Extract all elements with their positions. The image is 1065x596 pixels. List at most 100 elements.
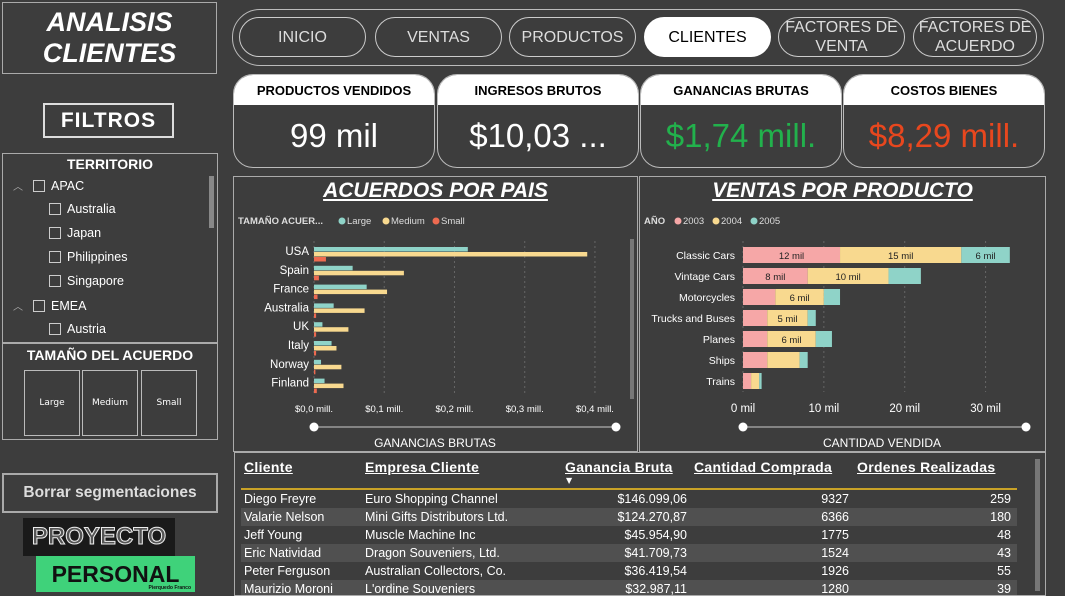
legend-swatch [712,217,720,225]
territory-item[interactable]: Austria [49,322,106,336]
x-tick-label: $0,3 mill. [506,404,544,415]
table-cell: Jeff Young [244,528,303,542]
tab-clientes[interactable]: CLIENTES [644,17,771,57]
x-tick-label: 0 mil [731,403,755,415]
x-axis-label: GANANCIAS BRUTAS [374,436,496,450]
deal-size-small-button[interactable]: Small [141,370,197,436]
territory-item[interactable]: Japan [49,226,101,240]
bar-large [314,284,367,290]
data-label: 6 mil [781,335,801,346]
bar-small [314,257,326,262]
territory-item[interactable]: Singapore [49,274,124,288]
table-row[interactable]: Diego Freyre Euro Shopping Channel $146.09… [241,490,1017,508]
bar-2005 [888,268,921,284]
bar-small [314,275,319,281]
legend-label: Small [441,216,465,227]
bar-medium [314,308,365,313]
checkbox[interactable] [49,323,61,335]
column-header-ganancia[interactable]: Ganancia Bruta [565,459,673,475]
checkbox[interactable] [49,203,61,215]
checkbox[interactable] [49,251,61,263]
sales-by-product-panel: VENTAS POR PRODUCTO AÑO 2003 2004 2005 0 mil… [639,176,1046,452]
table-row[interactable]: Eric Natividad Dragon Souveniers, Ltd. $41… [241,544,1017,562]
range-slider-handle [309,422,319,432]
table-cell: Valarie Nelson [244,510,325,524]
table-row[interactable]: Maurizio Moroni L'ordine Souveniers $32.98… [241,580,1017,595]
table-cell: Eric Natividad [244,546,322,560]
collapse-caret-icon[interactable]: ︿ [13,298,27,313]
deals-by-country-chart: TAMAÑO ACUER... Large Medium Small $0,0 mill… [238,216,634,450]
table-scrollbar[interactable] [1035,459,1040,591]
kpi-card-gross-revenue: INGRESOS BRUTOS $10,03 ... [437,74,639,168]
bar-2003 [743,373,752,389]
legend-label: Large [347,216,371,227]
tab-ventas[interactable]: VENTAS [375,17,502,57]
column-header-ordenes[interactable]: Ordenes Realizadas [857,459,995,475]
checkbox[interactable] [33,179,45,192]
tab-factores-venta[interactable]: FACTORES DE VENTA [778,17,905,57]
bar-small [314,351,317,356]
bar-2004 [751,373,760,389]
kpi-card-products-sold: PRODUCTOS VENDIDOS 99 mil [233,74,435,168]
table-cell: $124.270,87 [617,510,687,524]
clear-filters-button[interactable]: Borrar segmentaciones [2,473,218,513]
range-slider-handle [738,422,748,432]
collapse-caret-icon[interactable]: ︿ [13,178,27,193]
tab-productos[interactable]: PRODUCTOS [509,17,636,57]
x-tick-label: $0,2 mill. [435,404,473,415]
bar-medium [314,327,349,332]
table-row[interactable]: Peter Ferguson Australian Collectors, Co.… [241,562,1017,580]
y-tick-label: USA [285,246,309,258]
data-label: 10 mil [835,272,860,283]
filters-heading: FILTROS [43,103,174,138]
checkbox[interactable] [49,275,61,287]
y-tick-label: Norway [270,359,309,371]
territory-scrollbar[interactable] [209,176,214,228]
bar-medium [314,346,337,351]
territory-item[interactable]: ︿ EMEA [13,298,87,314]
checkbox[interactable] [49,227,61,239]
bar-2003 [743,289,776,305]
table-row[interactable]: Valarie Nelson Mini Gifts Distributors Lt… [241,508,1017,526]
range-slider-handle [1021,422,1031,432]
territory-label: EMEA [51,298,87,313]
tab-inicio[interactable]: INICIO [239,17,366,57]
checkbox[interactable] [33,299,45,312]
territory-label: Australia [67,202,116,216]
table-cell: Diego Freyre [244,492,317,506]
bar-large [314,247,468,252]
chart-scrollbar [630,239,634,399]
table-cell: 1775 [821,528,849,542]
bar-small [314,369,316,375]
y-tick-label: Trucks and Buses [651,313,735,325]
table-cell: $146.099,06 [617,492,687,506]
title-line-2: CLIENTES [42,38,177,68]
bar-medium [314,252,588,257]
x-tick-label: 10 mil [809,403,840,415]
bar-medium [314,364,342,370]
table-row[interactable]: Jeff Young Muscle Machine Inc $45.954,90 17… [241,526,1017,544]
deal-size-medium-button[interactable]: Medium [82,370,138,436]
logo-tagline: Pierquedo Franco [148,585,191,591]
territory-item[interactable]: Philippines [49,250,127,264]
y-tick-label: Italy [288,340,309,352]
y-tick-label: Finland [271,378,309,390]
territory-item[interactable]: ︿ APAC [13,178,84,194]
deal-size-large-button[interactable]: Large [24,370,80,436]
bar-large [314,265,353,271]
column-header-cantidad[interactable]: Cantidad Comprada [694,459,832,475]
x-tick-label: $0,4 mill. [576,404,614,415]
data-label: 6 mil [790,293,810,304]
y-tick-label: Vintage Cars [674,271,735,283]
kpi-card-gross-profit: GANANCIAS BRUTAS $1,74 mill. [640,74,842,168]
bar-large [314,341,332,346]
table-cell: 55 [997,564,1011,578]
bar-2004 [767,352,800,368]
column-header-cliente[interactable]: Cliente [244,459,293,475]
tab-factores-acuerdo[interactable]: FACTORES DE ACUERDO [913,17,1037,57]
column-header-empresa[interactable]: Empresa Cliente [365,459,479,475]
table-cell: Peter Ferguson [244,564,331,578]
table-cell: 43 [997,546,1011,560]
territory-item[interactable]: Australia [49,202,116,216]
territory-heading: TERRITORIO [66,156,154,172]
